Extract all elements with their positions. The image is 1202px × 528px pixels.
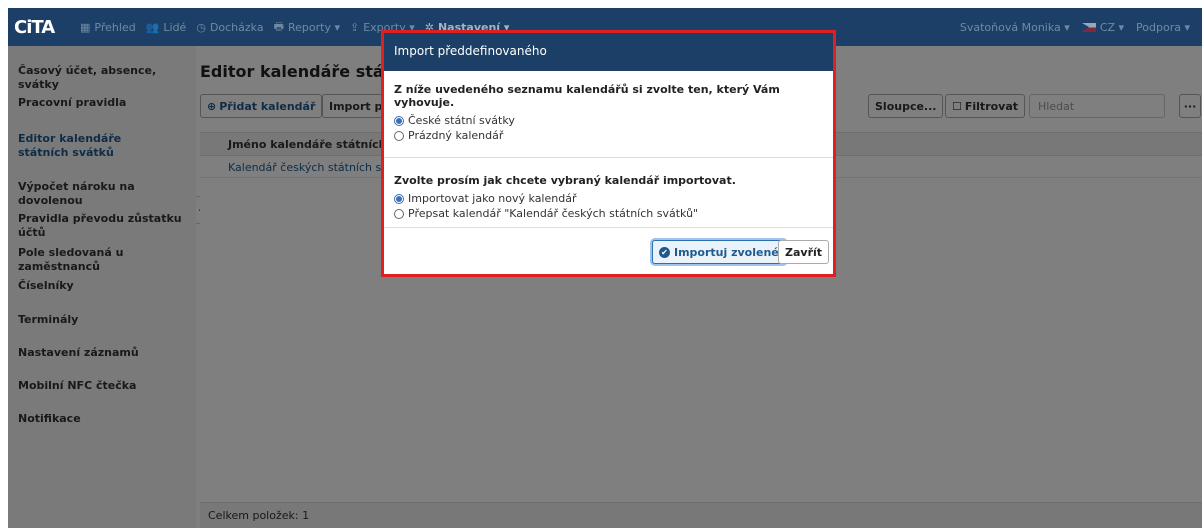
radio-icon[interactable] (394, 130, 404, 141)
logo-text: CiTA (14, 16, 55, 38)
nav-item-overview[interactable]: ▦ Přehled (80, 21, 136, 34)
nav-item-people[interactable]: 👥 Lidé (146, 21, 187, 34)
user-menu[interactable]: Svatoňová Monika ▾ (960, 21, 1070, 34)
czech-flag-icon (1081, 22, 1096, 32)
nav-item-reports[interactable]: 🖶 Reporty ▾ (274, 18, 340, 37)
app-logo[interactable]: CiTA (8, 15, 72, 39)
import-selected-button[interactable]: ✔ Importuj zvolené (652, 240, 786, 264)
language-menu[interactable]: CZ ▾ (1081, 21, 1124, 34)
option-import-as-new[interactable]: Importovat jako nový kalendář (394, 191, 823, 206)
clock-icon: ◷ (196, 20, 206, 34)
printer-icon: 🖶 (273, 19, 284, 33)
dialog-footer: ✔ Importuj zvolené Zavřít (384, 227, 833, 274)
users-icon: 👥 (145, 20, 160, 34)
export-icon: ⇪ (349, 20, 360, 34)
check-circle-icon: ✔ (659, 246, 670, 258)
nav-item-attendance[interactable]: ◷ Docházka (196, 21, 263, 34)
import-mode-question: Zvolte prosím jak chcete vybraný kalendá… (394, 174, 736, 187)
support-menu[interactable]: Podpora ▾ (1136, 21, 1190, 34)
option-empty-calendar[interactable]: Prázdný kalendář (394, 128, 823, 143)
grid-icon: ▦ (80, 20, 91, 34)
dialog-title: Import předdefinovaného (384, 33, 833, 71)
radio-selected-icon[interactable] (394, 115, 404, 126)
radio-icon[interactable] (394, 208, 404, 219)
close-button[interactable]: Zavřít (778, 240, 830, 264)
option-overwrite-calendar[interactable]: Přepsat kalendář "Kalendář českých státn… (394, 206, 823, 221)
radio-selected-icon[interactable] (394, 193, 404, 204)
option-czech-holidays[interactable]: České státní svátky (394, 113, 823, 128)
import-predefined-dialog: Import předdefinovaného Z níže uvedeného… (381, 30, 836, 277)
calendar-choice-question: Z níže uvedeného seznamu kalendářů si zv… (394, 83, 780, 109)
